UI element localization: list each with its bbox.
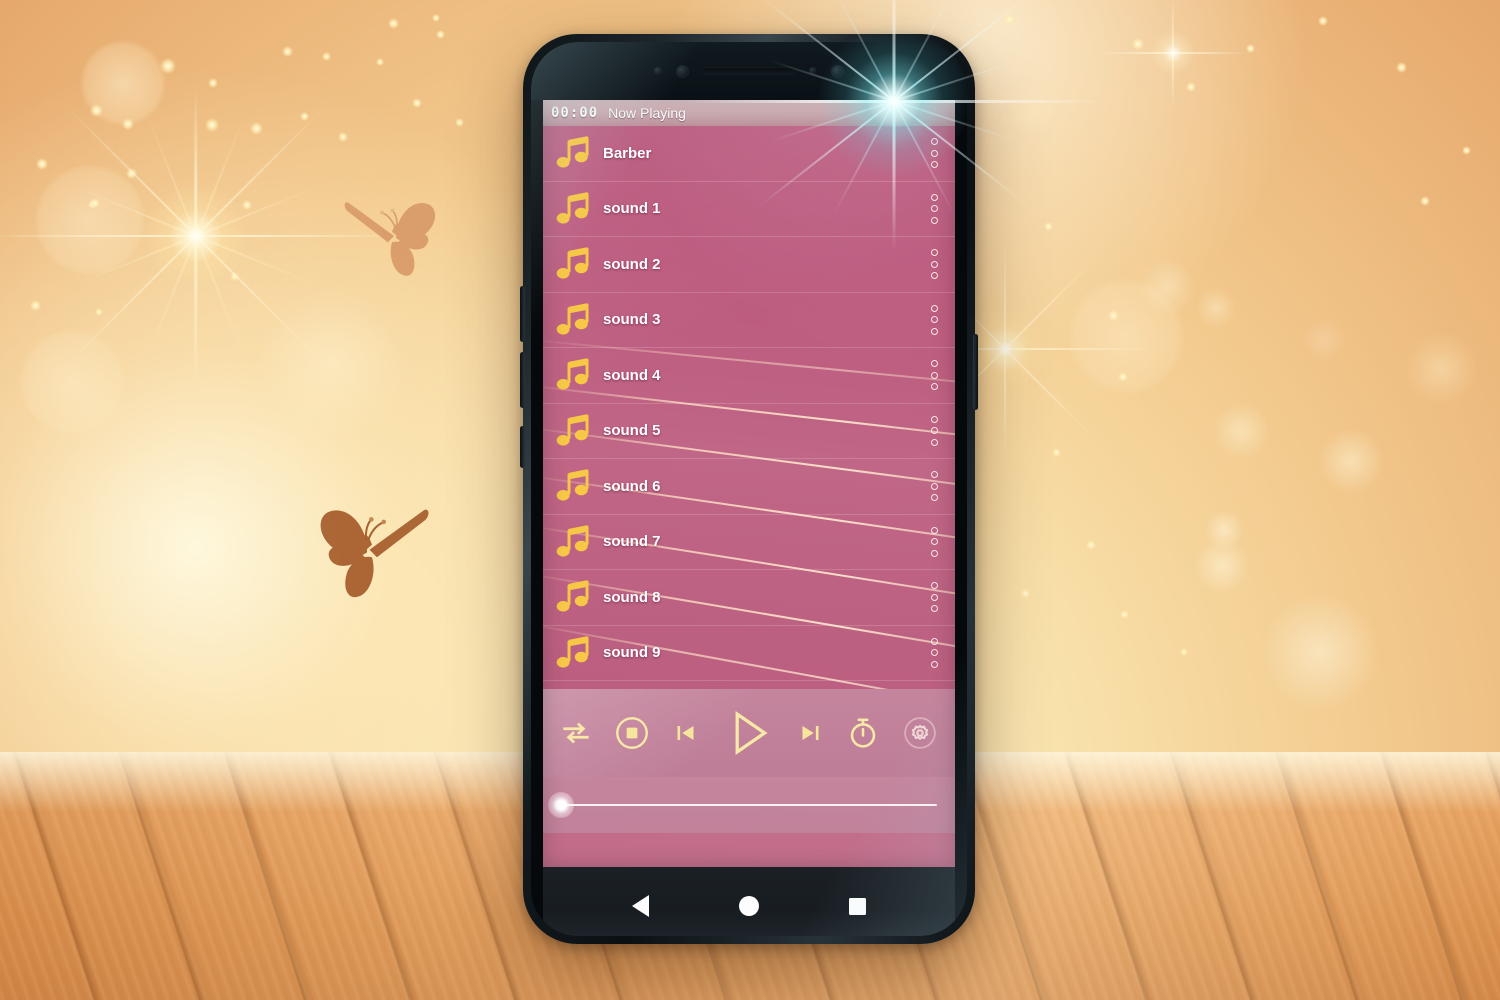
- light-sensor-icon: [809, 67, 817, 75]
- phone-device: 00:00 Now Playing Barber sound 1 sound 2…: [520, 0, 1104, 944]
- playlist-row-label: sound 6: [603, 477, 661, 495]
- playlist-row-label: sound 9: [603, 644, 661, 662]
- playlist[interactable]: Barber sound 1 sound 2 sound 3 sound 4 s…: [543, 126, 955, 689]
- playlist-row-label: sound 2: [603, 255, 661, 273]
- playlist-row[interactable]: Barber: [543, 126, 955, 182]
- proximity-sensor-icon: [654, 67, 662, 75]
- playlist-row[interactable]: sound 9: [543, 626, 955, 681]
- playlist-row-label: sound 4: [603, 366, 661, 384]
- music-note-icon: [553, 354, 595, 396]
- overflow-menu-icon[interactable]: [917, 304, 951, 335]
- playlist-row[interactable]: sound 4: [543, 348, 955, 404]
- music-note-icon: [553, 576, 595, 618]
- stopwatch-icon: [850, 718, 876, 748]
- playlist-row[interactable]: sound 2: [543, 237, 955, 293]
- playlist-row[interactable]: sound 6: [543, 459, 955, 515]
- stop-circle-icon: [616, 717, 648, 749]
- seek-slider-thumb[interactable]: [548, 792, 574, 818]
- overflow-menu-icon[interactable]: [917, 526, 951, 557]
- volume-up-button[interactable]: [520, 286, 525, 342]
- music-note-icon: [556, 358, 589, 390]
- playback-clock: 00:00: [551, 105, 599, 121]
- iris-scanner-icon: [831, 64, 844, 78]
- playlist-row[interactable]: sound 5: [543, 404, 955, 459]
- playlist-row-label: sound 3: [603, 311, 661, 329]
- music-note-icon: [556, 469, 589, 501]
- overflow-menu-icon[interactable]: [917, 360, 951, 391]
- stop-button[interactable]: [613, 714, 651, 752]
- overflow-menu-icon[interactable]: [917, 249, 951, 280]
- playlist-row[interactable]: sound 7: [543, 515, 955, 570]
- nav-home-button[interactable]: [739, 896, 759, 916]
- music-note-icon: [553, 243, 595, 285]
- page-title: Now Playing: [608, 105, 686, 121]
- app-screen: 00:00 Now Playing Barber sound 1 sound 2…: [543, 100, 955, 867]
- music-note-icon: [556, 192, 589, 224]
- music-note-icon: [556, 414, 589, 446]
- side-key-right[interactable]: [973, 334, 978, 410]
- play-button[interactable]: [721, 706, 775, 760]
- playback-controls: [543, 689, 955, 777]
- skip-previous-icon: [677, 726, 694, 740]
- overflow-menu-icon[interactable]: [917, 471, 951, 502]
- music-note-icon: [553, 410, 595, 452]
- previous-button[interactable]: [671, 718, 701, 748]
- music-note-icon: [556, 247, 589, 279]
- music-note-icon: [556, 580, 589, 612]
- music-note-icon: [553, 132, 595, 174]
- front-camera-icon: [676, 64, 689, 78]
- playlist-row[interactable]: sound 1: [543, 182, 955, 237]
- music-note-icon: [556, 136, 589, 168]
- music-note-icon: [553, 521, 595, 563]
- skip-next-icon: [802, 726, 819, 740]
- nav-recents-button[interactable]: [849, 897, 866, 915]
- repeat-icon: [563, 722, 589, 744]
- earpiece-speaker-icon: [703, 67, 795, 75]
- music-note-icon: [556, 525, 589, 557]
- playlist-row-label: Barber: [603, 144, 652, 162]
- music-note-icon: [553, 632, 595, 674]
- music-note-icon: [556, 636, 589, 668]
- overflow-menu-icon[interactable]: [917, 415, 951, 446]
- repeat-button[interactable]: [559, 716, 593, 750]
- gear-icon: [904, 717, 936, 749]
- overflow-menu-icon[interactable]: [917, 637, 951, 668]
- music-note-icon: [553, 188, 595, 230]
- music-note-icon: [553, 465, 595, 507]
- playlist-row[interactable]: sound 3: [543, 293, 955, 348]
- next-button[interactable]: [795, 718, 825, 748]
- music-note-icon: [553, 299, 595, 341]
- android-nav-bar: [543, 867, 955, 936]
- nav-back-button[interactable]: [632, 895, 649, 917]
- timer-button[interactable]: [845, 715, 881, 751]
- overflow-menu-icon[interactable]: [917, 193, 951, 224]
- playlist-row-label: sound 8: [603, 588, 661, 606]
- settings-button[interactable]: [901, 714, 939, 752]
- volume-down-button[interactable]: [520, 352, 525, 408]
- power-button[interactable]: [520, 426, 525, 468]
- seek-bar-area: [543, 777, 955, 833]
- overflow-menu-icon[interactable]: [917, 582, 951, 613]
- seek-slider[interactable]: [548, 792, 937, 818]
- music-note-icon: [556, 303, 589, 335]
- overflow-menu-icon[interactable]: [917, 138, 951, 169]
- app-title-bar: 00:00 Now Playing: [543, 100, 955, 126]
- phone-top-sensors: [531, 42, 967, 100]
- playlist-row-label: sound 7: [603, 533, 661, 551]
- phone-screen-area: 00:00 Now Playing Barber sound 1 sound 2…: [531, 42, 967, 936]
- play-icon: [735, 710, 768, 756]
- playlist-row-label: sound 5: [603, 422, 661, 440]
- playlist-row-label: sound 1: [603, 200, 661, 218]
- playlist-row[interactable]: sound 8: [543, 570, 955, 626]
